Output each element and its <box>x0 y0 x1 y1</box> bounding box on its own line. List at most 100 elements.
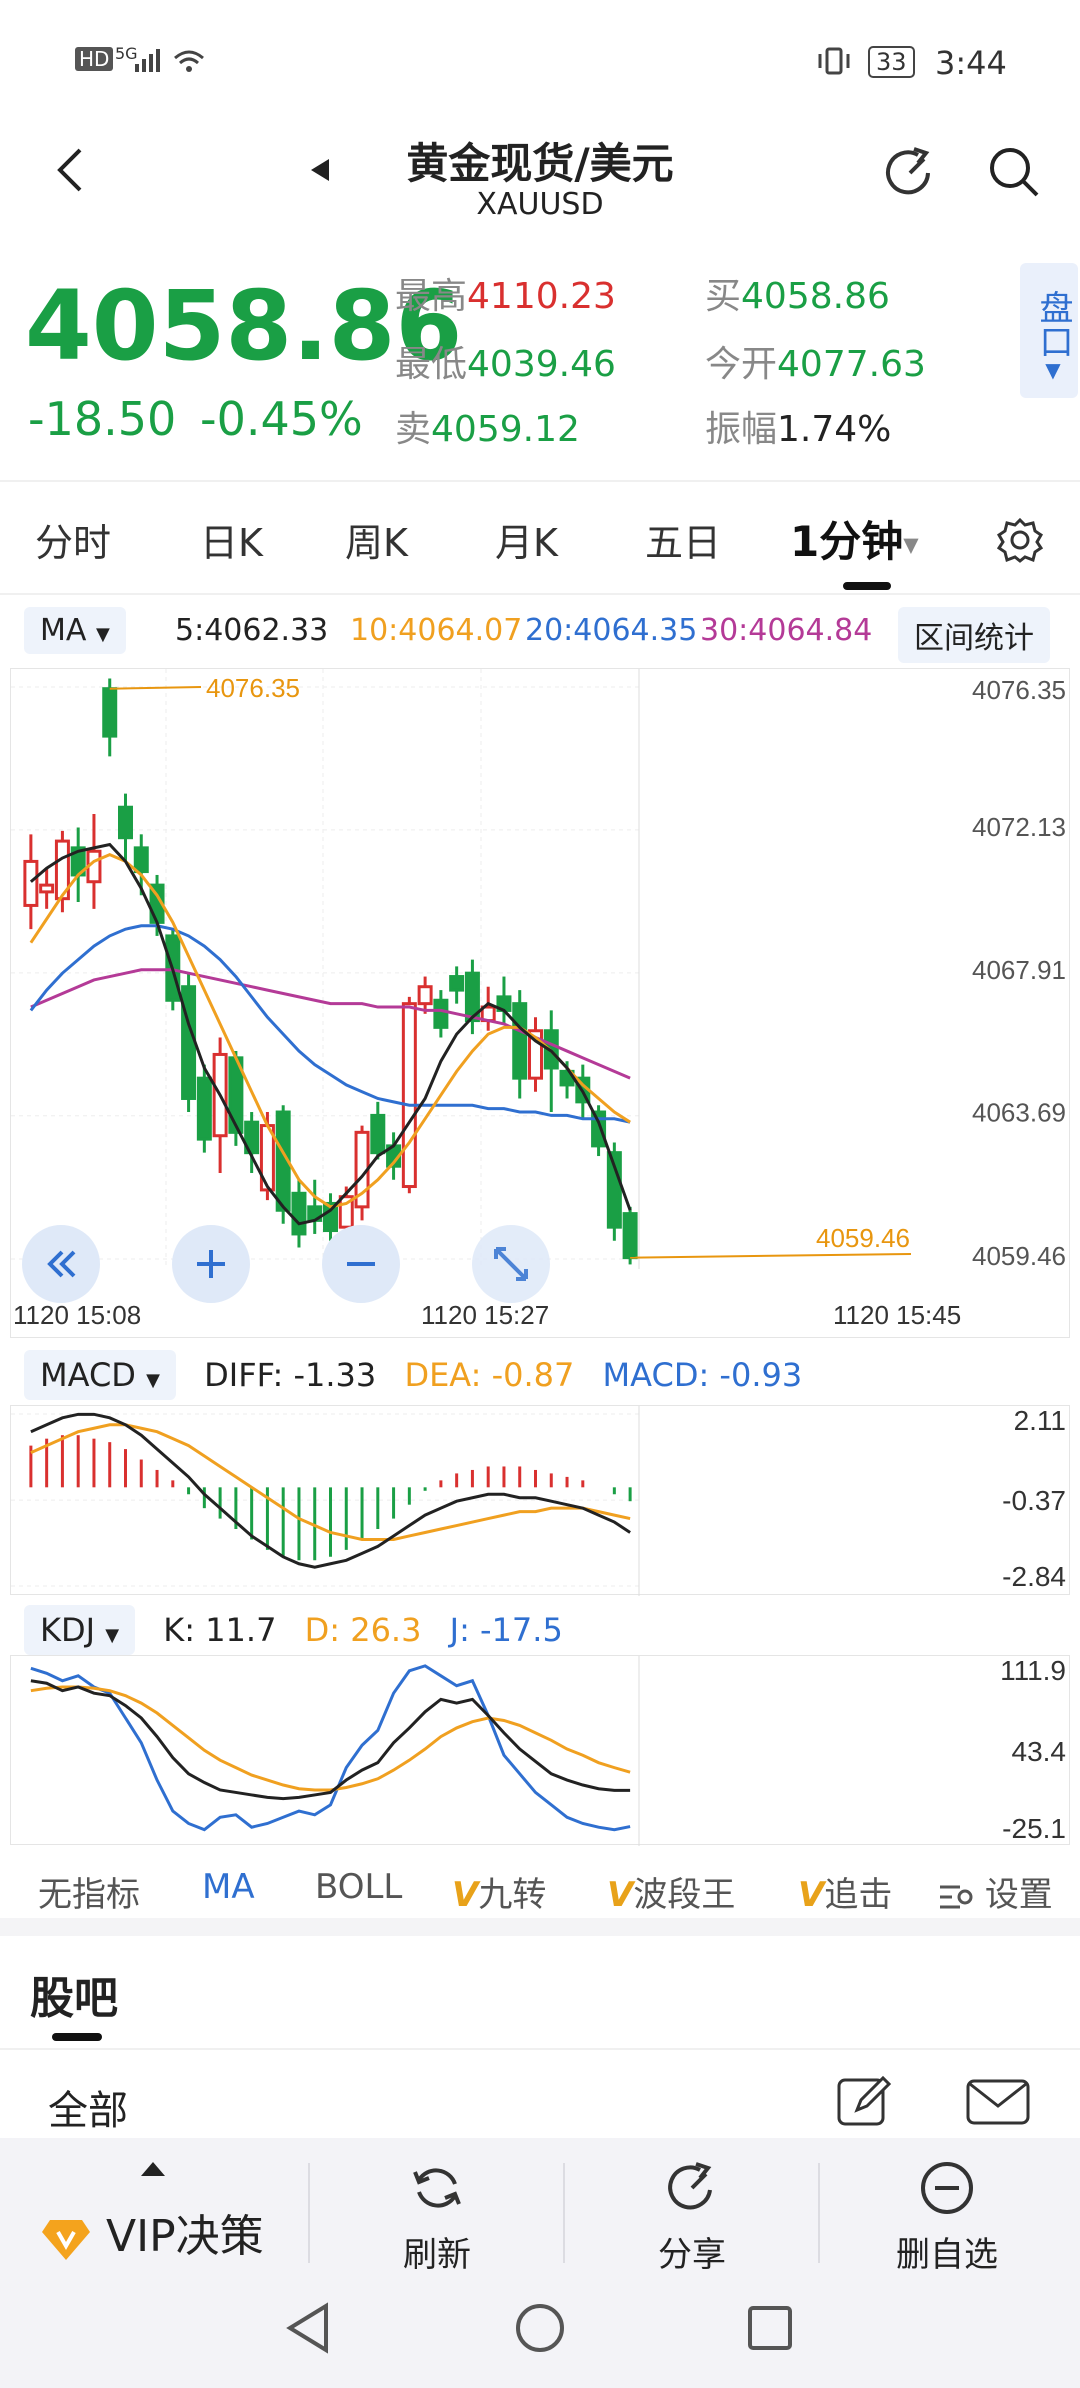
kdj-selector[interactable]: KDJ ▼ <box>24 1605 136 1655</box>
tab-five-day[interactable]: 五日 <box>645 512 721 567</box>
share-refresh-icon[interactable] <box>880 143 940 203</box>
candle-body <box>417 985 433 1006</box>
candle-body <box>622 1212 638 1260</box>
macd-chart-area[interactable]: 2.11 -0.37 -2.84 <box>10 1405 1070 1596</box>
expand-button[interactable] <box>472 1225 550 1303</box>
share-button[interactable]: 分享 <box>607 2158 777 2276</box>
kdj-d-value: D: 26.3 <box>304 1611 422 1649</box>
tab-timeshare[interactable]: 分时 <box>35 512 111 567</box>
remove-watchlist-button[interactable]: 删自选 <box>862 2158 1032 2276</box>
zoom-in-button[interactable] <box>172 1225 250 1303</box>
ma20-value: 20:4064.35 <box>525 613 698 648</box>
tab-1min[interactable]: 1分钟▼ <box>790 508 919 569</box>
y-tick-label: 4067.91 <box>972 955 1066 985</box>
settings-list-icon <box>940 1885 973 1908</box>
bottom-action-bar: VIP决策 刷新 分享 删自选 <box>0 2138 1080 2388</box>
candle-body <box>23 859 39 907</box>
nav-recents-icon[interactable] <box>740 2298 800 2358</box>
y-tick-label: 4072.13 <box>972 812 1066 842</box>
x-tick-label: 1120 15:27 <box>421 1300 549 1330</box>
kdj-k-line <box>30 1679 631 1801</box>
clock: 3:44 <box>935 44 1007 82</box>
prev-arrow-icon[interactable] <box>305 155 335 185</box>
kdj-y-tick: -25.1 <box>1002 1813 1066 1844</box>
indicator-boduanwang[interactable]: V波段王 <box>607 1867 735 1916</box>
interval-stats-button[interactable]: 区间统计 <box>898 607 1050 663</box>
kdj-chart: 111.9 43.4 -25.1 <box>30 1655 1067 1846</box>
ma-selector[interactable]: MA ▼ <box>24 607 126 654</box>
vip-decision-button[interactable]: VIP决策 <box>40 2200 264 2264</box>
candle-body <box>449 975 465 992</box>
indicator-jiuzhuan[interactable]: V九转 <box>452 1867 546 1916</box>
period-tabs: 分时 日K 周K 月K 五日 1分钟▼ <box>0 480 1080 595</box>
refresh-label: 刷新 <box>403 2235 471 2275</box>
ma10-value: 10:4064.07 <box>350 613 523 648</box>
vip-v-icon: V <box>452 1875 479 1915</box>
indicator-zhuiji[interactable]: V追击 <box>798 1867 938 1916</box>
nav-back-icon[interactable] <box>280 2298 340 2358</box>
x-tick-label: 1120 15:45 <box>833 1300 961 1330</box>
tab-weekly-k[interactable]: 周K <box>345 512 408 567</box>
indicator-ma[interactable]: MA <box>202 1867 255 1907</box>
candle-body <box>118 805 133 840</box>
guba-filter-all[interactable]: 全部 <box>48 2078 128 2136</box>
ma20-line <box>29 924 631 1124</box>
handicap-tab[interactable]: 盘口▼ <box>1020 263 1078 398</box>
quote-panel: 4058.86 -18.50 -0.45% 最高4110.23 最低4039.4… <box>0 255 1080 465</box>
nav-home-icon[interactable] <box>510 2298 570 2358</box>
remove-label: 删自选 <box>896 2235 998 2275</box>
scroll-left-button[interactable] <box>22 1225 100 1303</box>
search-icon[interactable] <box>985 143 1045 203</box>
high-stat: 最高4110.23 <box>395 276 616 317</box>
expand-arrows-icon <box>494 1247 528 1281</box>
macd-dea-value: DEA: -0.87 <box>404 1356 575 1394</box>
kdj-k-value: K: 11.7 <box>163 1611 277 1649</box>
mail-icon[interactable] <box>965 2078 1031 2126</box>
back-icon[interactable] <box>50 145 90 195</box>
kdj-j-value: J: -17.5 <box>449 1611 563 1649</box>
candle-body <box>196 1076 212 1141</box>
caret-up-icon[interactable] <box>137 2158 169 2178</box>
active-tab-indicator <box>843 582 891 590</box>
refresh-icon <box>413 2168 461 2208</box>
page-subtitle: XAUUSD <box>476 187 604 222</box>
macd-y-tick: -0.37 <box>1002 1485 1066 1516</box>
tab-monthly-k[interactable]: 月K <box>495 512 558 567</box>
vip-v-icon: V <box>607 1875 634 1915</box>
ma30-value: 30:4064.84 <box>700 613 873 648</box>
candle-body <box>433 998 449 1029</box>
macd-selector[interactable]: MACD ▼ <box>24 1350 176 1400</box>
price-change-pct: -0.45% <box>200 392 363 446</box>
refresh-button[interactable]: 刷新 <box>352 2158 522 2276</box>
buy-stat: 买4058.86 <box>705 276 890 317</box>
zoom-out-button[interactable] <box>322 1225 400 1303</box>
indicator-boll[interactable]: BOLL <box>315 1867 402 1907</box>
min-price-label: 4059.46 <box>816 1223 910 1253</box>
nav-bar: 黄金现货/美元 XAUUSD <box>0 125 1080 255</box>
kdj-chart-area[interactable]: 111.9 43.4 -25.1 <box>10 1655 1070 1846</box>
indicator-settings[interactable]: 设置 <box>930 1861 1053 1922</box>
candle-body <box>291 1191 307 1236</box>
gear-icon[interactable] <box>995 515 1045 565</box>
candle-body <box>133 846 149 874</box>
share-label: 分享 <box>658 2235 726 2275</box>
macd-chart: 2.11 -0.37 -2.84 <box>11 1405 1066 1596</box>
indicator-bar: 无指标 MA BOLL V九转 V波段王 V追击 设置 <box>0 1855 1080 1922</box>
y-tick-label: 4076.35 <box>972 675 1066 705</box>
guba-title[interactable]: 股吧 <box>30 1962 118 2026</box>
sell-stat: 卖4059.12 <box>395 409 580 450</box>
y-tick-label: 4059.46 <box>972 1241 1066 1271</box>
open-stat: 今开4077.63 <box>705 344 926 385</box>
candle-body <box>102 687 118 738</box>
edit-post-icon[interactable] <box>835 2072 895 2128</box>
page-title: 黄金现货/美元 <box>406 139 674 188</box>
indicator-none[interactable]: 无指标 <box>38 1867 140 1916</box>
price-change: -18.50 <box>28 392 177 446</box>
macd-value: MACD: -0.93 <box>602 1356 803 1394</box>
max-price-label: 4076.35 <box>206 673 300 703</box>
tab-daily-k[interactable]: 日K <box>200 512 263 567</box>
kdj-y-tick: 43.4 <box>1012 1736 1067 1767</box>
macd-y-tick: 2.11 <box>1014 1406 1066 1436</box>
candle-body <box>181 985 197 1100</box>
section-divider <box>0 1918 1080 1936</box>
